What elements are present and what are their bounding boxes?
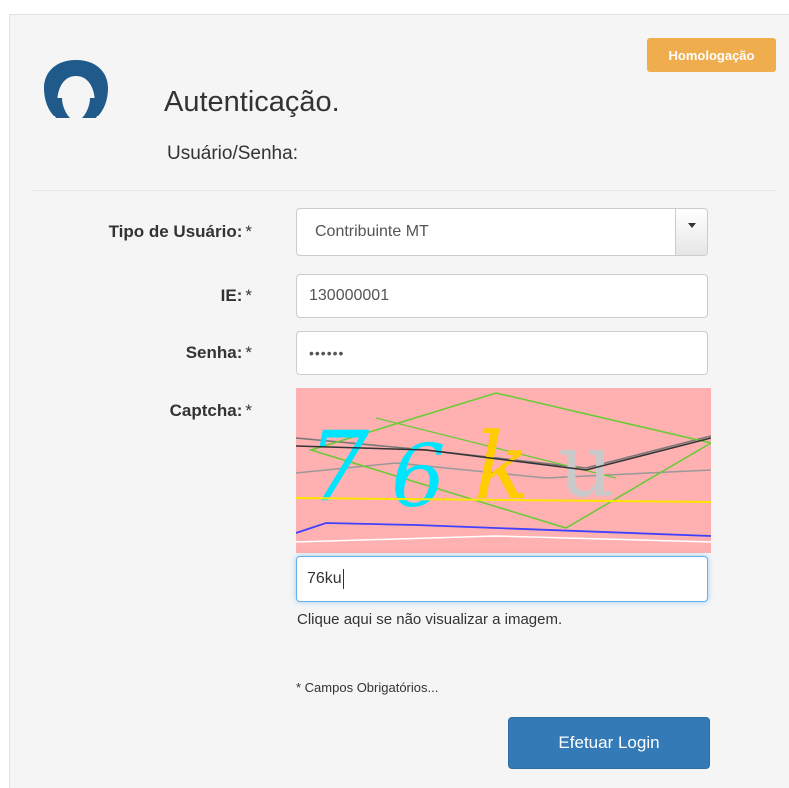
page-subtitle: Usuário/Senha: [167,143,298,164]
required-mark: * [245,343,252,362]
password-input-value: •••••• [309,345,345,361]
page-title: Autenticação. [164,86,340,118]
caret-down-icon [687,223,696,228]
required-mark: * [245,401,252,420]
user-type-selected-value: Contribuinte MT [315,223,429,240]
dropdown-toggle[interactable] [675,209,707,255]
required-mark: * [245,222,252,241]
required-mark: * [245,286,252,305]
divider [32,190,777,191]
password-input[interactable]: •••••• [296,331,708,375]
captcha-char: 7 [308,411,369,523]
captcha-input-value: 76ku [307,570,342,587]
password-label-text: Senha: [185,343,243,362]
ie-input-value: 130000001 [309,287,390,304]
ie-label-text: IE: [220,286,243,305]
text-cursor [342,569,344,589]
captcha-label: Captcha: * [170,401,252,421]
captcha-image: 7 6 k u [296,388,711,553]
user-type-label-text: Tipo de Usuário: [108,222,243,241]
login-button[interactable]: Efetuar Login [508,717,710,769]
ie-input[interactable]: 130000001 [296,274,708,318]
user-avatar-icon [44,60,108,118]
environment-badge: Homologação [647,38,776,72]
captcha-label-text: Captcha: [169,401,243,420]
captcha-reload-link[interactable]: Clique aqui se não visualizar a imagem. [297,611,562,628]
captcha-char: k [474,413,530,520]
ie-label: IE: * [221,286,252,306]
required-fields-note: * Campos Obrigatórios... [296,680,439,695]
captcha-char: 6 [391,427,446,527]
user-type-select[interactable]: Contribuinte MT [296,208,708,256]
captcha-input[interactable]: 76ku [296,556,708,602]
user-type-label: Tipo de Usuário: * [109,222,252,242]
password-label: Senha: * [186,343,252,363]
